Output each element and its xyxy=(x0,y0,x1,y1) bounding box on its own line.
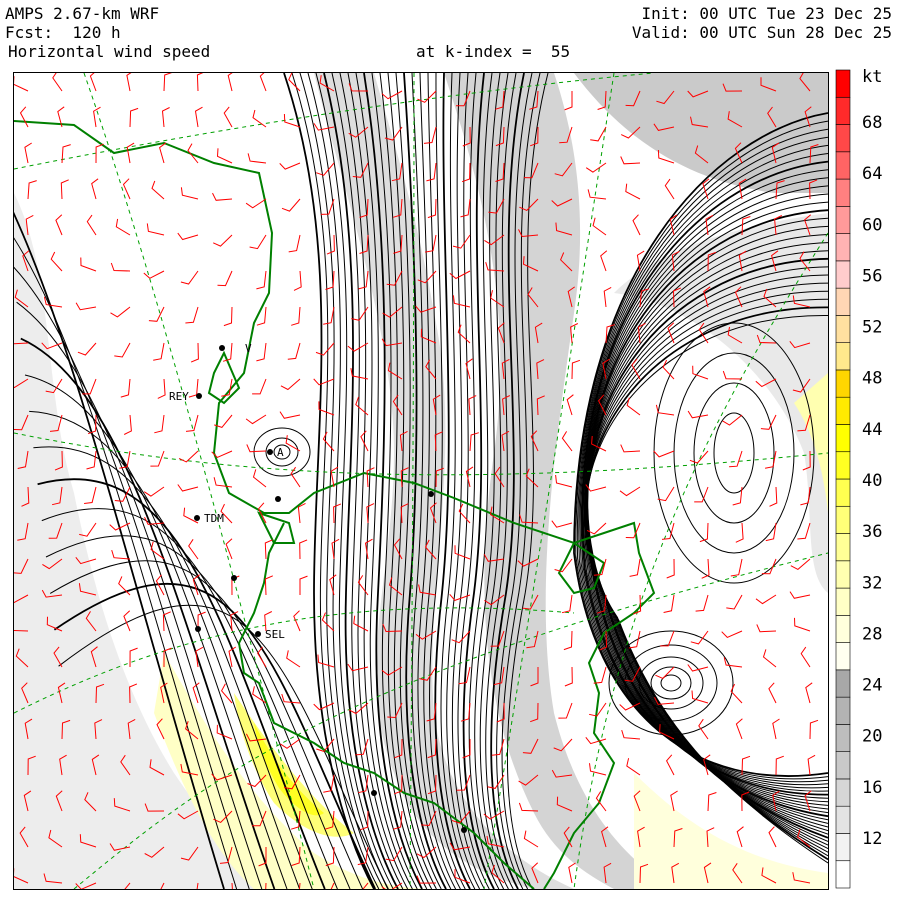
colorbar-tick-label: 12 xyxy=(862,829,882,849)
colorbar-swatch xyxy=(835,560,851,589)
station-unlabelled[interactable] xyxy=(275,496,281,502)
station-unlabelled[interactable] xyxy=(371,790,377,796)
vertical-level: at k-index = 55 xyxy=(416,42,571,61)
wind-speed-map[interactable]: REY TDM SEL V A xyxy=(13,72,829,890)
colorbar-tick-label: 28 xyxy=(862,624,882,644)
colorbar-tick-label: 60 xyxy=(862,215,882,235)
colorbar-swatch xyxy=(835,287,851,316)
model-title: AMPS 2.67-km WRF xyxy=(5,4,160,23)
valid-time: Valid: 00 UTC Sun 28 Dec 25 xyxy=(631,23,892,42)
colorbar-tick-label: 36 xyxy=(862,522,882,542)
colorbar-tick-label: 68 xyxy=(862,113,882,133)
colorbar-swatch xyxy=(835,69,851,98)
colorbar-swatch xyxy=(835,396,851,425)
colorbar-tick-label: 32 xyxy=(862,573,882,593)
station-unlabelled[interactable] xyxy=(231,575,237,581)
colorbar-swatch xyxy=(835,478,851,507)
colorbar-swatch xyxy=(835,642,851,671)
colorbar-tick-label: 64 xyxy=(862,164,882,184)
colorbar-swatch xyxy=(835,778,851,807)
station-label-sel: SEL xyxy=(265,628,285,641)
colorbar-swatch xyxy=(835,260,851,289)
station-label-v: V xyxy=(245,342,252,355)
field-name: Horizontal wind speed xyxy=(8,42,211,61)
station-unlabelled[interactable] xyxy=(195,626,201,632)
colorbar-swatch xyxy=(835,696,851,725)
colorbar-swatch xyxy=(835,805,851,834)
init-time: Init: 00 UTC Tue 23 Dec 25 xyxy=(641,4,892,23)
colorbar-swatch xyxy=(835,206,851,234)
colorbar-swatch xyxy=(835,860,851,889)
colorbar-unit: kt xyxy=(862,68,882,87)
colorbar-tick-label: 48 xyxy=(862,369,882,389)
colorbar-tick-label: 40 xyxy=(862,471,882,491)
colorbar-tick-label: 52 xyxy=(862,318,882,338)
colorbar-swatch xyxy=(835,424,851,453)
colorbar-swatch xyxy=(835,505,851,534)
colorbar-swatch xyxy=(835,615,851,643)
colorbar-swatch xyxy=(835,833,851,862)
colorbar-swatch xyxy=(835,533,851,562)
colorbar-swatch xyxy=(835,669,851,698)
station-unlabelled[interactable] xyxy=(428,491,434,497)
colorbar-swatch xyxy=(835,342,851,371)
station-label-a: A xyxy=(277,446,284,459)
colorbar-swatch xyxy=(835,724,851,752)
colorbar-swatch xyxy=(835,233,851,262)
colorbar-swatch xyxy=(835,587,851,616)
colorbar-canvas: kt 12 16 20 24 28 32 36 40 44 48 52 56 60 64 68 xyxy=(835,68,882,889)
colorbar-tick-label: 20 xyxy=(862,727,882,747)
station-label-rey: REY xyxy=(169,390,189,403)
colorbar-tick-label: 56 xyxy=(862,266,882,286)
colorbar-swatch xyxy=(835,96,851,125)
colorbar-swatch xyxy=(835,751,851,780)
colorbar-swatch xyxy=(835,151,851,180)
map-canvas: REY TDM SEL V A xyxy=(14,73,828,889)
station-unlabelled[interactable] xyxy=(461,827,467,833)
forecast-hour: Fcst: 120 h xyxy=(5,23,121,42)
station-label-tdm: TDM xyxy=(204,512,224,525)
colorbar-swatch xyxy=(835,315,851,343)
colorbar-tick-label: 24 xyxy=(862,676,882,696)
colorbar-tick-label: 44 xyxy=(862,420,882,440)
colorbar-swatch xyxy=(835,451,851,480)
colorbar-swatch xyxy=(835,178,851,207)
colorbar: kt 12 16 20 24 28 32 36 40 44 48 52 56 60 64 68 xyxy=(834,68,900,892)
colorbar-tick-label: 16 xyxy=(862,778,882,798)
colorbar-swatch xyxy=(835,124,851,153)
colorbar-swatch xyxy=(835,369,851,398)
